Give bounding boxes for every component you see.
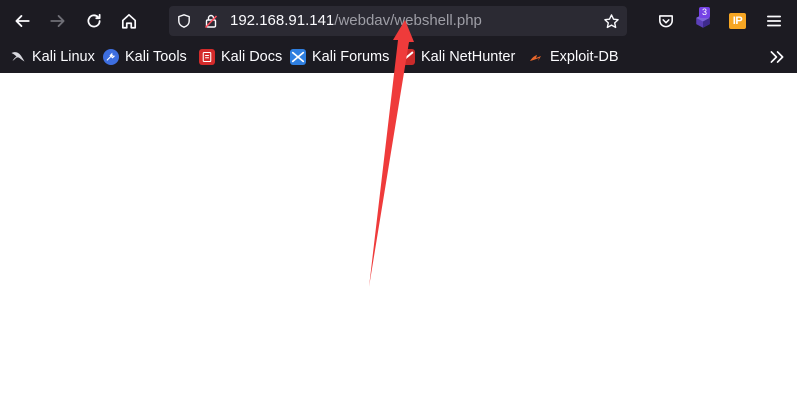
bookmark-label: Kali Tools xyxy=(125,49,187,65)
url-host: 192.168.91.141 xyxy=(230,12,335,29)
reload-button[interactable] xyxy=(79,6,109,36)
address-bar[interactable]: 192.168.91.141/webdav/webshell.php xyxy=(169,6,627,36)
navigation-toolbar: 192.168.91.141/webdav/webshell.php 3 IP xyxy=(0,0,797,42)
url-path: /webdav/webshell.php xyxy=(334,12,482,29)
back-button[interactable] xyxy=(7,6,37,36)
arrow-left-icon xyxy=(15,15,30,27)
arrow-right-icon xyxy=(50,15,65,27)
bookmark-label: Kali Docs xyxy=(221,49,283,65)
tracking-protection-shield-icon[interactable] xyxy=(175,12,193,30)
kali-nethunter-icon xyxy=(399,49,415,65)
bookmark-kali-linux[interactable]: Kali Linux xyxy=(10,46,95,68)
pocket-button[interactable] xyxy=(651,6,681,36)
bookmark-label: Kali Linux xyxy=(32,49,95,65)
exploit-db-icon xyxy=(528,49,544,65)
ip-extension-icon[interactable]: IP xyxy=(729,13,746,29)
hamburger-menu-icon xyxy=(766,15,782,27)
bookmark-kali-docs[interactable]: Kali Docs xyxy=(199,46,282,68)
kali-forums-icon xyxy=(290,49,306,65)
chevron-double-right-icon xyxy=(770,51,784,63)
bookmark-kali-nethunter[interactable]: Kali NetHunter xyxy=(399,46,515,68)
reload-icon xyxy=(87,13,101,28)
extension-badge: 3 xyxy=(699,7,711,18)
bookmark-kali-tools[interactable]: Kali Tools xyxy=(103,46,187,68)
forward-button[interactable] xyxy=(43,6,73,36)
pocket-icon xyxy=(659,15,673,28)
kali-docs-icon xyxy=(199,49,215,65)
bookmarks-overflow-button[interactable] xyxy=(762,42,792,72)
home-button[interactable] xyxy=(114,6,144,36)
kali-dragon-icon xyxy=(10,49,26,65)
bookmark-label: Kali Forums xyxy=(312,49,390,65)
kali-tools-icon xyxy=(103,49,119,65)
bookmark-label: Exploit-DB xyxy=(550,49,619,65)
bookmark-label: Kali NetHunter xyxy=(421,49,516,65)
url-text[interactable]: 192.168.91.141/webdav/webshell.php xyxy=(230,12,482,30)
bookmarks-toolbar: Kali Linux Kali Tools Kali Docs Kali For… xyxy=(0,42,797,73)
page-content xyxy=(0,73,797,416)
browser-chrome: 192.168.91.141/webdav/webshell.php 3 IP … xyxy=(0,0,797,73)
home-icon xyxy=(121,13,137,29)
bookmark-star-icon[interactable] xyxy=(602,12,620,30)
bookmark-exploit-db[interactable]: Exploit-DB xyxy=(528,46,619,68)
menu-button[interactable] xyxy=(759,6,789,36)
insecure-lock-icon[interactable] xyxy=(202,12,220,30)
bookmark-kali-forums[interactable]: Kali Forums xyxy=(290,46,389,68)
